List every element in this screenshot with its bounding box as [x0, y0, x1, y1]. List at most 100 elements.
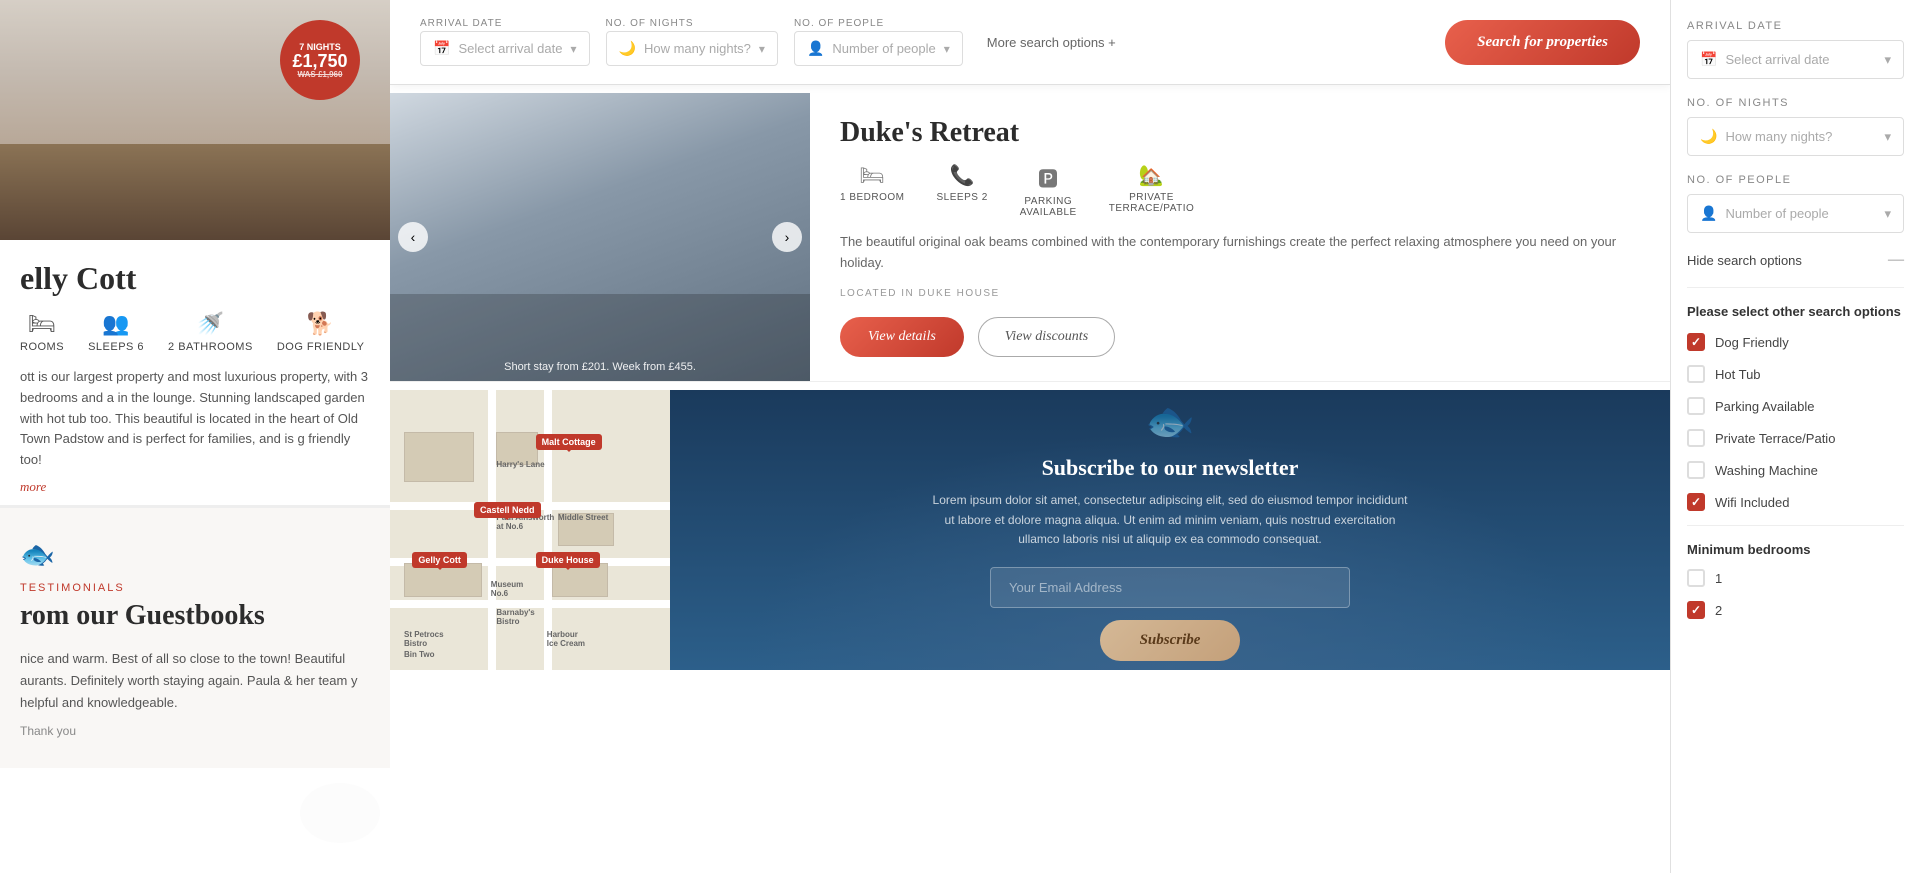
dog-friendly-checkbox-item[interactable]: Dog Friendly: [1687, 333, 1904, 351]
panel-nights-placeholder: How many nights?: [1725, 129, 1832, 144]
people-icon: 👥: [102, 311, 130, 337]
arrival-chevron-icon: ▾: [571, 42, 577, 56]
wifi-checkbox[interactable]: [1687, 493, 1705, 511]
arrival-date-select[interactable]: 📅 Select arrival date ▾: [420, 31, 590, 66]
card-actions: View details View discounts: [840, 317, 1640, 357]
map-image: Barnaby'sBistro St PetrocsBistro Harbour…: [390, 390, 670, 670]
panel-arrival-select[interactable]: 📅 Select arrival date ▾: [1687, 40, 1904, 79]
bedroom-2-checkbox-item[interactable]: 2: [1687, 601, 1904, 619]
bedroom-1-checkbox[interactable]: [1687, 569, 1705, 587]
arrival-date-placeholder: Select arrival date: [458, 41, 562, 56]
newsletter-title: Subscribe to our newsletter: [1042, 455, 1299, 481]
terrace-checkbox-item[interactable]: Private Terrace/Patio: [1687, 429, 1904, 447]
bath-icon: 🚿: [196, 311, 224, 337]
testimonial-author: Thank you: [20, 724, 370, 738]
card-prev-button[interactable]: ‹: [398, 222, 428, 252]
panel-nights-select[interactable]: 🌙 How many nights? ▾: [1687, 117, 1904, 156]
hide-options-link[interactable]: Hide search options: [1687, 253, 1802, 268]
read-more-link[interactable]: more: [20, 479, 370, 495]
newsletter-description: Lorem ipsum dolor sit amet, consectetur …: [930, 491, 1410, 549]
card-image-container: ‹ › Short stay from £201. Week from £455…: [390, 93, 810, 381]
map-pin-gelly: Gelly Cott: [412, 552, 467, 568]
terrace-icon: 🏡: [1139, 163, 1164, 188]
panel-moon-icon: 🌙: [1700, 128, 1717, 145]
bed-icon: 🛏: [28, 311, 56, 337]
speech-bubble-decoration: [300, 783, 380, 843]
card-caption: Short stay from £201. Week from £455.: [504, 361, 696, 373]
search-bar: ARRIVAL DATE 📅 Select arrival date ▾ NO.…: [390, 0, 1670, 85]
bedroom-2-checkbox[interactable]: [1687, 601, 1705, 619]
panel-arrival-placeholder: Select arrival date: [1725, 52, 1829, 67]
hot-tub-label: Hot Tub: [1715, 367, 1761, 382]
newsletter-fish-icon: 🐟: [1145, 398, 1195, 445]
washing-checkbox-item[interactable]: Washing Machine: [1687, 461, 1904, 479]
panel-people-chevron-icon: ▾: [1884, 206, 1891, 222]
panel-people-select[interactable]: 👤 Number of people ▾: [1687, 194, 1904, 233]
person-icon: 👤: [807, 40, 824, 57]
price-was: WAS £1,960: [298, 70, 343, 79]
card-feature-terrace-label: PRIVATETERRACE/PATIO: [1109, 192, 1195, 214]
min-bedrooms-label: Minimum bedrooms: [1687, 542, 1904, 557]
card-feature-sleeps-label: SLEEPS 2: [937, 192, 988, 203]
view-details-button[interactable]: View details: [840, 317, 964, 357]
feature-rooms-label: ROOMS: [20, 341, 64, 353]
panel-nights-label: NO. OF NIGHTS: [1687, 97, 1904, 109]
feature-dogs-label: DOG FRIENDLY: [277, 341, 365, 353]
terrace-label: Private Terrace/Patio: [1715, 431, 1835, 446]
people-field: NO. OF PEOPLE 👤 Number of people ▾: [794, 18, 963, 66]
right-panel: ARRIVAL DATE 📅 Select arrival date ▾ NO.…: [1670, 0, 1920, 873]
card-next-button[interactable]: ›: [772, 222, 802, 252]
testimonial-text: nice and warm. Best of all so close to t…: [20, 648, 370, 714]
hot-tub-checkbox[interactable]: [1687, 365, 1705, 383]
property-card: ‹ › Short stay from £201. Week from £455…: [390, 93, 1670, 382]
dog-friendly-label: Dog Friendly: [1715, 335, 1789, 350]
other-options-label: Please select other search options: [1687, 304, 1904, 319]
bedroom-1-label: 1: [1715, 571, 1722, 586]
nights-label: NO. OF NIGHTS: [606, 18, 778, 29]
dog-icon: 🐕: [307, 311, 335, 337]
card-image: [390, 93, 810, 381]
people-chevron-icon: ▾: [944, 42, 950, 56]
search-button[interactable]: Search for properties: [1445, 20, 1640, 65]
newsletter-subscribe-button[interactable]: Subscribe: [1100, 620, 1241, 661]
card-description: The beautiful original oak beams combine…: [840, 232, 1640, 274]
testimonials-label: TESTIMONIALS: [20, 582, 370, 594]
hide-options-dash[interactable]: —: [1888, 251, 1904, 269]
wifi-checkbox-item[interactable]: Wifi Included: [1687, 493, 1904, 511]
card-feature-terrace: 🏡 PRIVATETERRACE/PATIO: [1109, 163, 1195, 218]
wifi-label: Wifi Included: [1715, 495, 1789, 510]
parking-checkbox-item[interactable]: Parking Available: [1687, 397, 1904, 415]
panel-arrival-label: ARRIVAL DATE: [1687, 20, 1904, 32]
divider-2: [1687, 525, 1904, 526]
nights-select[interactable]: 🌙 How many nights? ▾: [606, 31, 778, 66]
card-feature-sleeps: 📞 SLEEPS 2: [937, 163, 988, 218]
bedroom-icon: 🛏: [859, 163, 885, 188]
card-content: Duke's Retreat 🛏 1 BEDROOM 📞 SLEEPS 2 🅿 …: [810, 93, 1670, 381]
parking-checkbox[interactable]: [1687, 397, 1705, 415]
panel-arrival-chevron-icon: ▾: [1884, 52, 1891, 68]
washing-checkbox[interactable]: [1687, 461, 1705, 479]
property-description: ott is our largest property and most lux…: [20, 367, 370, 471]
feature-dogs: 🐕 DOG FRIENDLY: [277, 311, 365, 353]
map-section: Barnaby'sBistro St PetrocsBistro Harbour…: [390, 390, 670, 670]
newsletter-email-input[interactable]: [990, 567, 1350, 608]
nights-chevron-icon: ▾: [759, 42, 765, 56]
moon-icon: 🌙: [619, 40, 636, 57]
left-panel: 7 NIGHTS £1,750 WAS £1,960 elly Cott 🛏 R…: [0, 0, 390, 873]
people-select[interactable]: 👤 Number of people ▾: [794, 31, 963, 66]
price-nights: 7 NIGHTS: [299, 42, 341, 52]
property-features: 🛏 ROOMS 👥 SLEEPS 6 🚿 2 BATHROOMS 🐕 DOG F…: [20, 311, 370, 353]
more-options-link[interactable]: More search options +: [987, 35, 1116, 50]
view-discounts-button[interactable]: View discounts: [978, 317, 1115, 357]
map-pin-malt: Malt Cottage: [536, 434, 602, 450]
hot-tub-checkbox-item[interactable]: Hot Tub: [1687, 365, 1904, 383]
feature-bathrooms-label: 2 BATHROOMS: [168, 341, 253, 353]
map-pin-castell: Castell Nedd: [474, 502, 541, 518]
washing-label: Washing Machine: [1715, 463, 1818, 478]
bedroom-1-checkbox-item[interactable]: 1: [1687, 569, 1904, 587]
terrace-checkbox[interactable]: [1687, 429, 1705, 447]
card-feature-parking: 🅿 PARKINGAVAILABLE: [1020, 163, 1077, 218]
dog-friendly-checkbox[interactable]: [1687, 333, 1705, 351]
property-hero-image: 7 NIGHTS £1,750 WAS £1,960: [0, 0, 390, 240]
card-title: Duke's Retreat: [840, 117, 1640, 149]
